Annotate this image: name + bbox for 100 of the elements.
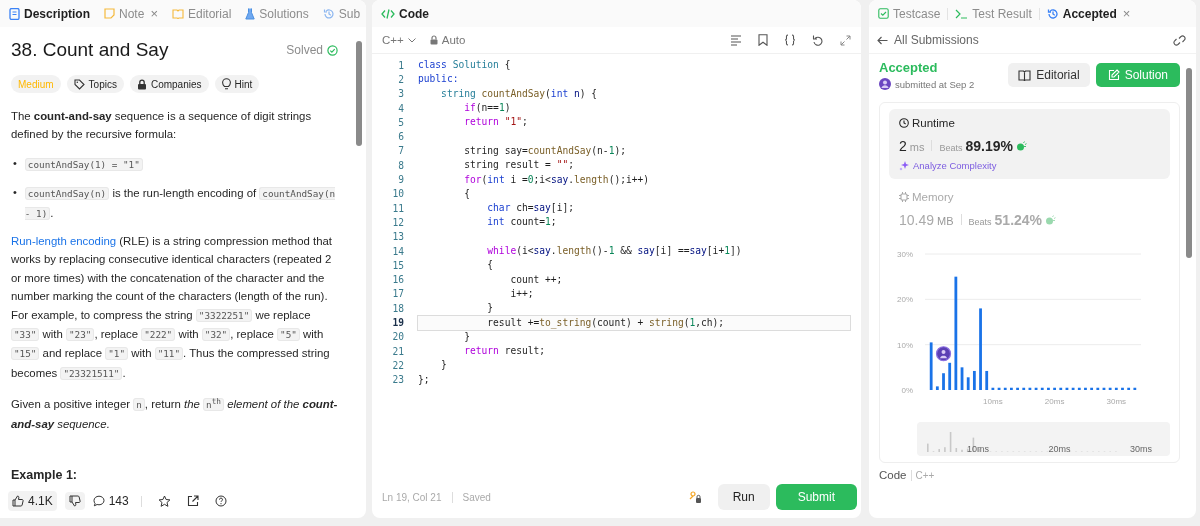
navigator-label: 20ms	[1048, 444, 1071, 454]
clock-icon	[899, 118, 909, 128]
sparkle-icon	[899, 160, 910, 171]
beats-label: Beats	[968, 217, 992, 227]
run-button[interactable]: Run	[717, 484, 770, 510]
bar	[1102, 387, 1106, 390]
line-number: 9	[397, 174, 405, 185]
line-number: 13	[391, 231, 405, 243]
history-icon	[1046, 7, 1059, 20]
line-number: 1	[397, 59, 405, 71]
tag-button[interactable]: Companies	[129, 75, 209, 93]
close-icon[interactable]: ×	[150, 6, 158, 21]
tab[interactable]: Editorial	[166, 0, 237, 27]
code-line: }	[440, 358, 448, 373]
bar	[1096, 387, 1100, 390]
line-number: 3	[397, 88, 405, 100]
bookmark-icon[interactable]	[758, 34, 768, 46]
tab[interactable]: Accepted ×	[1041, 0, 1136, 27]
tag-icon	[73, 78, 85, 90]
note-icon	[104, 8, 115, 19]
tag-button[interactable]: Hint	[214, 75, 260, 93]
code-line: return result;	[463, 344, 547, 359]
bar	[935, 386, 939, 390]
beats-percent: 89.19%	[965, 138, 1013, 154]
line-number: 12	[391, 216, 405, 228]
bar	[1059, 387, 1063, 390]
range-navigator[interactable]: 10ms 20ms 30ms	[917, 422, 1170, 456]
formula-item: countAndSay(n) is the run-length encoding of countAndSay(n - 1) .	[24, 186, 337, 222]
terminal-icon	[955, 8, 969, 19]
bar	[1127, 387, 1131, 390]
bar	[1022, 387, 1026, 390]
expand-icon[interactable]	[840, 34, 851, 46]
share-icon[interactable]	[186, 495, 199, 507]
line-number: 21	[391, 345, 405, 357]
bar	[985, 370, 989, 390]
description-paragraph: Run-length encoding (RLE) is a string compression method that works by replacing consecutive identical characters (repeated 2 or more times) with the concatenation of the character and the number marking the count of the characters (length of the run). For example, to compress the string "3322251" we replace "33" with "23" , replace "222" with "32" , replace "5" with "15" and replace "1" with "11" . Thus the compressed string becomes "23321511" .	[11, 234, 333, 382]
lock-icon	[136, 78, 147, 90]
metric-panel[interactable]: Runtime 2 ms Beats 89.19% Analyze Complexity	[889, 109, 1170, 179]
solution-button[interactable]: Solution	[1095, 63, 1180, 87]
bar	[960, 367, 964, 390]
tab[interactable]: Testcase	[873, 0, 946, 27]
code-line: }	[486, 301, 495, 316]
x-axis-label: 10ms	[983, 397, 1003, 406]
code-tab[interactable]: Code	[376, 0, 434, 27]
code-line: while(i<say.length()-1 && say[i] ==say[i+1])	[486, 244, 743, 258]
auto-mode-toggle[interactable]: Auto	[429, 34, 466, 46]
lock-badge-icon[interactable]	[688, 490, 702, 504]
code-line: };	[417, 372, 431, 387]
avatar-icon	[879, 78, 891, 90]
line-number: 20	[391, 331, 405, 343]
analyze-complexity-link[interactable]: Analyze Complexity	[899, 160, 1160, 171]
tab[interactable]: Test Result	[950, 0, 1037, 27]
line-number: 22	[391, 359, 405, 371]
tab[interactable]: Sub	[317, 0, 366, 27]
line-number: 11	[391, 202, 405, 214]
metric-panel[interactable]: Memory 10.49 MB Beats 51.24%	[889, 183, 1170, 236]
code-line: if(n==1)	[463, 101, 512, 116]
bar	[1034, 387, 1038, 390]
help-icon[interactable]	[214, 495, 227, 507]
bar	[929, 342, 933, 390]
metric-label: Memory	[912, 191, 954, 203]
language-selector[interactable]: C++	[382, 34, 416, 46]
line-number: 17	[391, 288, 405, 300]
y-axis-label: 10%	[897, 340, 913, 350]
code-line: return "1";	[463, 115, 529, 130]
rle-link[interactable]: Run-length encoding	[11, 235, 117, 248]
book-icon	[1018, 69, 1032, 81]
editorial-button[interactable]: Editorial	[1008, 63, 1090, 87]
star-icon[interactable]	[157, 494, 171, 508]
tab[interactable]: Note ×	[99, 0, 163, 27]
link-icon[interactable]	[1173, 34, 1186, 46]
submit-button[interactable]: Submit	[775, 484, 857, 510]
code-line: public:	[417, 72, 460, 87]
bar	[1090, 387, 1094, 390]
metric-value: 10.49	[899, 212, 935, 228]
tab[interactable]: Description	[4, 0, 95, 27]
braces-icon[interactable]	[784, 34, 796, 46]
chevron-down-icon	[407, 37, 416, 43]
undo-icon[interactable]	[812, 34, 824, 46]
tag-button[interactable]: Topics	[66, 75, 124, 93]
line-number: 2	[397, 73, 405, 85]
y-axis-label: 20%	[897, 295, 913, 305]
close-icon[interactable]: ×	[1122, 6, 1131, 21]
code-icon	[381, 8, 395, 19]
comments-button[interactable]: 143	[92, 494, 129, 508]
user-marker-icon[interactable]	[935, 346, 952, 362]
y-axis-label: 0%	[901, 386, 913, 395]
metric-unit: ms	[909, 141, 925, 153]
tab[interactable]: Solutions	[240, 0, 314, 27]
accepted-status: Accepted	[879, 60, 939, 75]
dislike-button[interactable]	[64, 492, 85, 510]
like-button[interactable]: 4.1K	[8, 491, 57, 511]
document-icon	[9, 7, 20, 20]
history-icon	[322, 7, 335, 20]
metric-value: 2	[899, 138, 907, 154]
all-submissions-link[interactable]: All Submissions	[877, 33, 979, 47]
submitted-date: submitted at Sep 2	[895, 78, 975, 90]
bar	[1028, 387, 1032, 390]
code-line: count ++;	[509, 272, 564, 287]
description-paragraph: Given a positive integer n , return the n$^{th}$ element of the count-and-say sequence.	[11, 396, 338, 432]
